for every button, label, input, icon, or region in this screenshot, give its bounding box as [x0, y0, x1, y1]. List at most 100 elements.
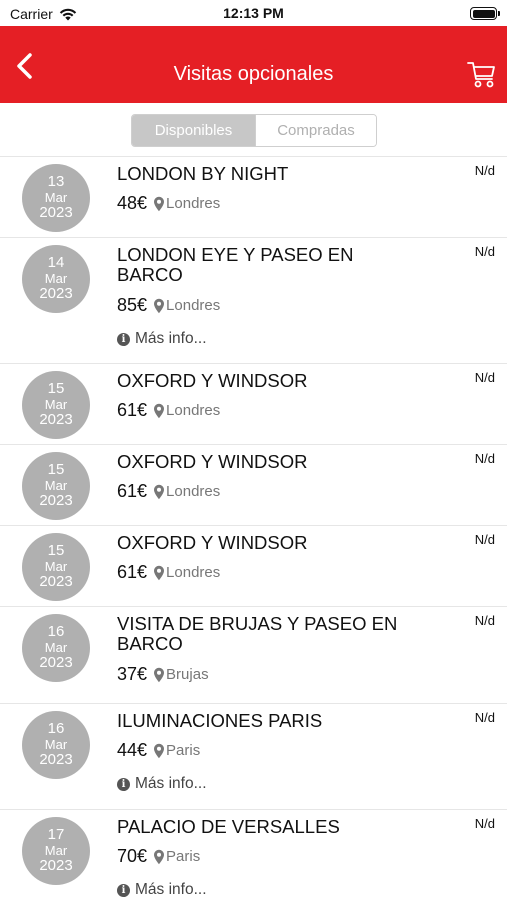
- price-location: 61€ Londres: [117, 562, 220, 583]
- location-pin-icon: [154, 484, 165, 499]
- tour-row[interactable]: 13 Mar 2023 LONDON BY NIGHT N/d 48€ Londres: [0, 156, 507, 237]
- availability-label: N/d: [474, 613, 495, 628]
- tour-name: LONDON BY NIGHT: [117, 163, 289, 184]
- tour-city: Londres: [166, 483, 221, 500]
- tour-name: PALACIO DE VERSALLES: [117, 816, 340, 837]
- date-year: 2023: [39, 654, 73, 671]
- date-year: 2023: [39, 492, 73, 509]
- date-day: 15: [47, 380, 65, 397]
- tour-row[interactable]: 16 Mar 2023 VISITA DE BRUJAS Y PASEO EN BAR…: [0, 606, 507, 703]
- availability-label: N/d: [474, 451, 495, 466]
- tab-compradas[interactable]: Compradas: [255, 115, 376, 146]
- tour-list: 13 Mar 2023 LONDON BY NIGHT N/d 48€ Londres 14 M…: [0, 156, 507, 900]
- date-year: 2023: [39, 285, 73, 302]
- availability-label: N/d: [474, 532, 495, 547]
- date-year: 2023: [39, 751, 73, 768]
- price-location: 85€ Londres: [117, 295, 220, 316]
- more-info-label: Más info...: [135, 775, 207, 792]
- date-month: Mar: [44, 559, 68, 574]
- location-pin-icon: [154, 298, 165, 313]
- date-badge: 14 Mar 2023: [22, 245, 90, 313]
- date-day: 15: [47, 542, 65, 559]
- date-day: 14: [47, 254, 65, 271]
- availability-label: N/d: [474, 163, 495, 178]
- date-year: 2023: [39, 573, 73, 590]
- date-badge: 13 Mar 2023: [22, 164, 90, 232]
- tour-city: Brujas: [166, 666, 209, 683]
- tour-name: OXFORD Y WINDSOR: [117, 370, 308, 391]
- tour-city: Londres: [166, 564, 221, 581]
- tour-name: VISITA DE BRUJAS Y PASEO EN BARCO: [117, 613, 398, 654]
- info-icon: i: [117, 883, 130, 897]
- tour-price: 48€: [117, 193, 148, 213]
- tour-name: ILUMINACIONES PARIS: [117, 710, 323, 731]
- availability-label: N/d: [474, 244, 495, 259]
- segmented-control: Disponibles Compradas: [131, 114, 377, 147]
- date-badge: 16 Mar 2023: [22, 711, 90, 779]
- tour-row[interactable]: 14 Mar 2023 LONDON EYE Y PASEO EN BARCO N/d 8…: [0, 237, 507, 363]
- more-info-label: Más info...: [135, 881, 207, 898]
- more-info-link[interactable]: i Más info...: [117, 881, 207, 899]
- status-bar: Carrier 12:13 PM: [0, 0, 507, 26]
- tour-row[interactable]: 15 Mar 2023 OXFORD Y WINDSOR N/d 61€ Londres: [0, 444, 507, 525]
- date-year: 2023: [39, 857, 73, 874]
- date-badge: 15 Mar 2023: [22, 452, 90, 520]
- status-time: 12:13 PM: [223, 5, 284, 21]
- tour-price: 85€: [117, 295, 148, 315]
- tour-name: OXFORD Y WINDSOR: [117, 451, 308, 472]
- date-month: Mar: [44, 843, 68, 858]
- more-info-link[interactable]: i Más info...: [117, 775, 207, 793]
- page-title: Visitas opcionales: [173, 63, 334, 85]
- tour-row[interactable]: 16 Mar 2023 ILUMINACIONES PARIS N/d 44€ Paris i…: [0, 703, 507, 809]
- more-info-link[interactable]: i Más info...: [117, 330, 207, 348]
- tour-city: Londres: [166, 297, 221, 314]
- date-month: Mar: [44, 190, 68, 205]
- tour-price: 44€: [117, 740, 148, 760]
- cart-button[interactable]: [467, 60, 497, 90]
- date-month: Mar: [44, 271, 68, 286]
- location-pin-icon: [154, 403, 165, 418]
- price-location: 48€ Londres: [117, 193, 220, 214]
- tour-name: OXFORD Y WINDSOR: [117, 532, 308, 553]
- availability-label: N/d: [474, 370, 495, 385]
- price-location: 61€ Londres: [117, 400, 220, 421]
- tour-row[interactable]: 15 Mar 2023 OXFORD Y WINDSOR N/d 61€ Londres: [0, 525, 507, 606]
- tour-row[interactable]: 17 Mar 2023 PALACIO DE VERSALLES N/d 70€ Paris…: [0, 809, 507, 900]
- tour-price: 61€: [117, 400, 148, 420]
- info-icon: i: [117, 332, 130, 346]
- location-pin-icon: [154, 196, 165, 211]
- more-info-label: Más info...: [135, 330, 207, 347]
- date-month: Mar: [44, 478, 68, 493]
- price-location: 61€ Londres: [117, 481, 220, 502]
- date-badge: 15 Mar 2023: [22, 371, 90, 439]
- tour-name: LONDON EYE Y PASEO EN BARCO: [117, 244, 354, 285]
- tour-price: 37€: [117, 664, 148, 684]
- tour-price: 61€: [117, 562, 148, 582]
- tour-price: 61€: [117, 481, 148, 501]
- date-badge: 16 Mar 2023: [22, 614, 90, 682]
- date-day: 16: [47, 720, 65, 737]
- battery-icon: [470, 7, 500, 20]
- date-month: Mar: [44, 737, 68, 752]
- date-day: 13: [47, 173, 65, 190]
- tab-disponibles[interactable]: Disponibles: [132, 115, 255, 146]
- tour-price: 70€: [117, 846, 148, 866]
- date-month: Mar: [44, 397, 68, 412]
- tour-city: Paris: [166, 848, 201, 865]
- location-pin-icon: [154, 743, 165, 758]
- date-day: 15: [47, 461, 65, 478]
- price-location: 44€ Paris: [117, 740, 200, 761]
- info-icon: i: [117, 777, 130, 791]
- date-day: 16: [47, 623, 65, 640]
- price-location: 37€ Brujas: [117, 664, 209, 685]
- date-year: 2023: [39, 204, 73, 221]
- date-badge: 15 Mar 2023: [22, 533, 90, 601]
- date-month: Mar: [44, 640, 68, 655]
- location-pin-icon: [154, 565, 165, 580]
- location-pin-icon: [154, 667, 165, 682]
- tour-row[interactable]: 15 Mar 2023 OXFORD Y WINDSOR N/d 61€ Londres: [0, 363, 507, 444]
- availability-label: N/d: [474, 816, 495, 831]
- availability-label: N/d: [474, 710, 495, 725]
- cart-icon: [467, 62, 495, 88]
- tour-city: Londres: [166, 195, 221, 212]
